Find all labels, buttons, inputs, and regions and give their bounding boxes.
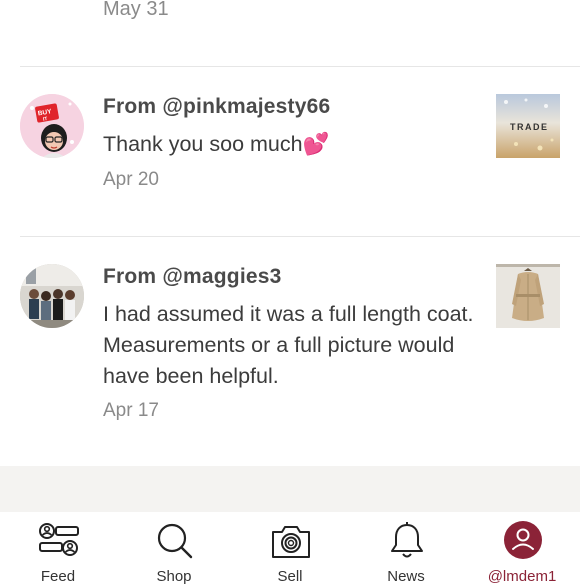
- avatar-image: BUY IT: [20, 94, 84, 158]
- tab-feed[interactable]: Feed: [18, 512, 98, 585]
- camera-icon: [272, 526, 310, 558]
- listing-thumbnail[interactable]: TRADE: [496, 94, 560, 158]
- message-date: Apr 17: [103, 400, 159, 421]
- sender-avatar[interactable]: BUY IT: [20, 94, 84, 158]
- tab-shop[interactable]: Shop: [134, 512, 214, 585]
- feed-icon: [39, 523, 79, 556]
- tab-label: Shop: [156, 568, 192, 585]
- bottom-tab-bar: Feed Shop Sell News @lmdem1: [0, 512, 580, 585]
- tab-label: Feed: [40, 568, 76, 585]
- tab-label: News: [387, 568, 425, 585]
- sender-name: From @pinkmajesty66: [103, 95, 331, 118]
- listing-image: [496, 264, 560, 328]
- previous-message-date: May 31: [103, 0, 169, 20]
- message-text: Thank you soo much💕: [103, 132, 330, 156]
- search-icon: [157, 523, 193, 559]
- bell-icon: [391, 522, 423, 558]
- tab-news[interactable]: News: [366, 512, 446, 585]
- divider: [20, 66, 580, 67]
- listing-image: TRADE: [496, 94, 560, 158]
- content-end-band: [0, 466, 580, 513]
- tab-profile[interactable]: @lmdem1: [482, 512, 562, 585]
- message-text: I had assumed it was a full length coat.…: [103, 302, 474, 388]
- sender-avatar[interactable]: [20, 264, 84, 328]
- profile-icon: [504, 521, 542, 559]
- tab-label: @lmdem1: [487, 568, 557, 585]
- tab-sell[interactable]: Sell: [250, 512, 330, 585]
- sender-name: From @maggies3: [103, 265, 282, 288]
- divider: [20, 236, 580, 237]
- listing-thumbnail[interactable]: [496, 264, 560, 328]
- message-date: Apr 20: [103, 169, 159, 190]
- avatar-image: [20, 264, 84, 328]
- tab-label: Sell: [277, 568, 303, 585]
- thumb-label: TRADE: [510, 122, 549, 132]
